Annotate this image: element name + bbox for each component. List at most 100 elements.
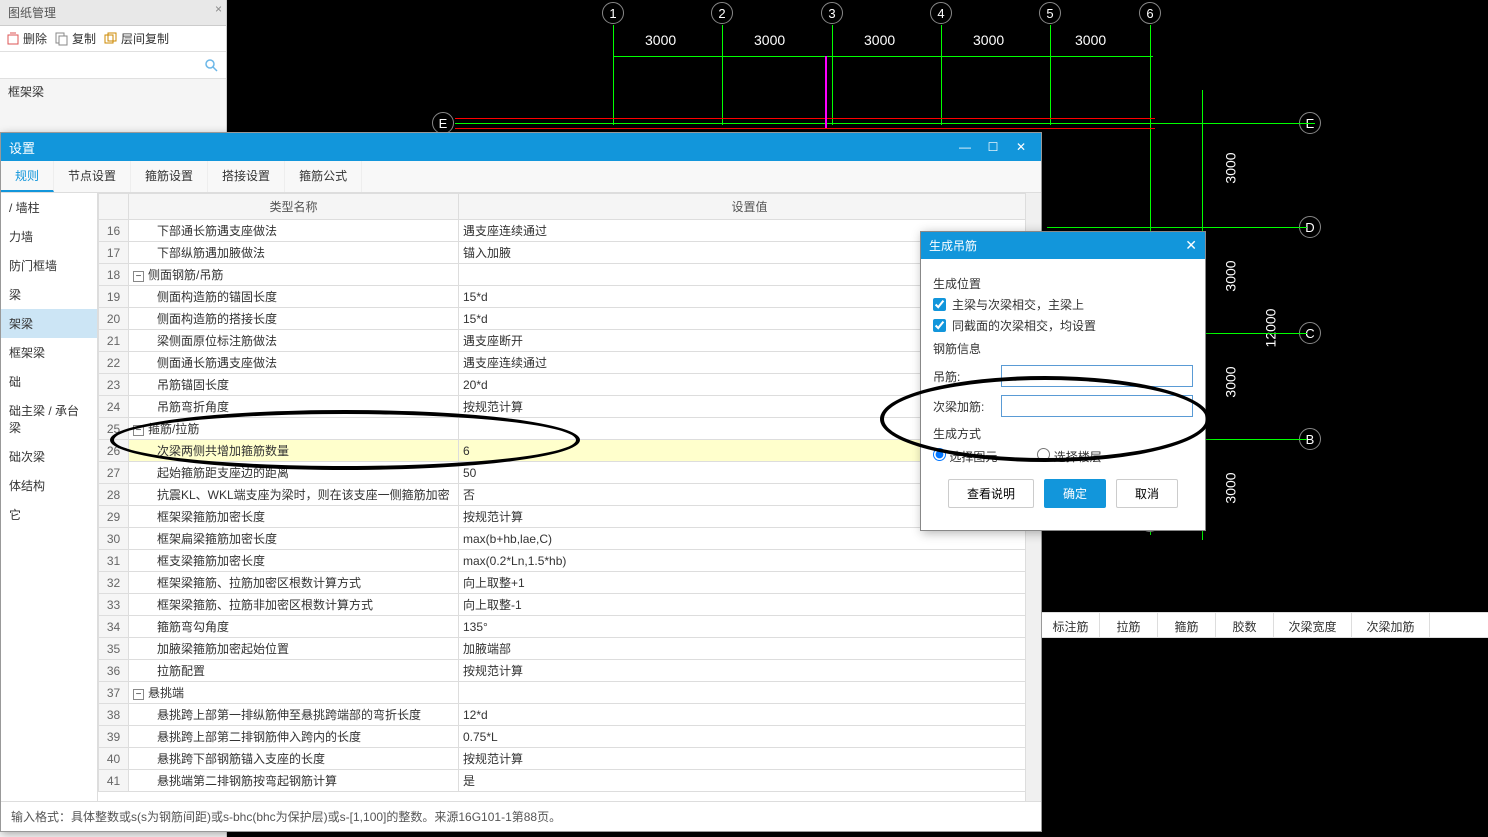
- table-row[interactable]: 39悬挑跨上部第二排钢筋伸入跨内的长度0.75*L: [99, 726, 1041, 748]
- layer-copy-button[interactable]: 层间复制: [104, 30, 169, 47]
- delete-button[interactable]: 删除: [6, 30, 47, 47]
- search-input[interactable]: [4, 56, 222, 74]
- tab-1[interactable]: 节点设置: [54, 161, 131, 192]
- table-row[interactable]: 32框架梁箍筋、拉筋加密区根数计算方式向上取整+1: [99, 572, 1041, 594]
- table-row[interactable]: 30框架扁梁箍筋加密长度max(b+hb,lae,C): [99, 528, 1041, 550]
- tree-item[interactable]: 框架梁: [0, 79, 226, 104]
- dialog-footer: 输入格式：具体整数或s(s为钢筋间距)或s-bhc(bhc为保护层)或s-[1,…: [1, 801, 1041, 831]
- column-header[interactable]: 胶数: [1216, 613, 1274, 637]
- table-row[interactable]: 19侧面构造筋的锚固长度15*d: [99, 286, 1041, 308]
- ok-button[interactable]: 确定: [1044, 479, 1106, 508]
- row-number: 19: [99, 286, 129, 308]
- copy-button[interactable]: 复制: [55, 30, 96, 47]
- row-name: 拉筋配置: [129, 660, 459, 682]
- gen-section-position: 生成位置: [933, 275, 1193, 292]
- tab-0[interactable]: 规则: [1, 161, 54, 192]
- minimize-button[interactable]: —: [953, 137, 977, 157]
- check-same-section[interactable]: [933, 319, 946, 332]
- column-header[interactable]: 箍筋: [1158, 613, 1216, 637]
- row-value[interactable]: 按规范计算: [459, 660, 1041, 682]
- table-wrap[interactable]: 类型名称 设置值 16下部通长筋遇支座做法遇支座连续通过17下部纵筋遇加腋做法锚…: [98, 193, 1041, 801]
- row-number: 16: [99, 220, 129, 242]
- table-row[interactable]: 41悬挑端第二排钢筋按弯起钢筋计算是: [99, 770, 1041, 792]
- table-row[interactable]: 27起始箍筋距支座边的距离50: [99, 462, 1041, 484]
- table-row[interactable]: 36拉筋配置按规范计算: [99, 660, 1041, 682]
- table-row[interactable]: 33框架梁箍筋、拉筋非加密区根数计算方式向上取整-1: [99, 594, 1041, 616]
- category-item[interactable]: / 墙柱: [1, 193, 97, 222]
- column-header[interactable]: 拉筋: [1100, 613, 1158, 637]
- radio-select-element[interactable]: 选择图元: [933, 448, 997, 465]
- check-same-section-label: 同截面的次梁相交，均设置: [952, 317, 1096, 334]
- row-name: 吊筋弯折角度: [129, 396, 459, 418]
- category-item[interactable]: 它: [1, 500, 97, 529]
- row-number: 24: [99, 396, 129, 418]
- table-row[interactable]: 34箍筋弯勾角度135°: [99, 616, 1041, 638]
- table-row[interactable]: 21梁侧面原位标注筋做法遇支座断开: [99, 330, 1041, 352]
- field-diaojin-input[interactable]: [1001, 365, 1193, 387]
- table-row[interactable]: 28抗震KL、WKL端支座为梁时，则在该支座一侧箍筋加密否: [99, 484, 1041, 506]
- row-value[interactable]: 是: [459, 770, 1041, 792]
- row-value[interactable]: 向上取整-1: [459, 594, 1041, 616]
- row-value[interactable]: max(0.2*Ln,1.5*hb): [459, 550, 1041, 572]
- tab-4[interactable]: 箍筋公式: [285, 161, 362, 192]
- category-item[interactable]: 防门框墙: [1, 251, 97, 280]
- row-value[interactable]: 12*d: [459, 704, 1041, 726]
- collapse-icon[interactable]: −: [133, 689, 144, 700]
- table-row[interactable]: 35加腋梁箍筋加密起始位置加腋端部: [99, 638, 1041, 660]
- row-name: 下部通长筋遇支座做法: [129, 220, 459, 242]
- table-row[interactable]: 17下部纵筋遇加腋做法锚入加腋: [99, 242, 1041, 264]
- row-name: 侧面通长筋遇支座做法: [129, 352, 459, 374]
- row-number: 38: [99, 704, 129, 726]
- row-value[interactable]: 加腋端部: [459, 638, 1041, 660]
- cancel-button[interactable]: 取消: [1116, 479, 1178, 508]
- check-main-sub[interactable]: [933, 298, 946, 311]
- row-value[interactable]: 135°: [459, 616, 1041, 638]
- gen-close-icon[interactable]: ✕: [1185, 237, 1197, 254]
- table-row[interactable]: 24吊筋弯折角度按规范计算: [99, 396, 1041, 418]
- table-row[interactable]: 16下部通长筋遇支座做法遇支座连续通过: [99, 220, 1041, 242]
- category-item[interactable]: 力墙: [1, 222, 97, 251]
- collapse-icon[interactable]: −: [133, 271, 144, 282]
- table-row[interactable]: 20侧面构造筋的搭接长度15*d: [99, 308, 1041, 330]
- table-row[interactable]: 40悬挑跨下部钢筋锚入支座的长度按规范计算: [99, 748, 1041, 770]
- gen-titlebar[interactable]: 生成吊筋 ✕: [921, 232, 1205, 259]
- category-item[interactable]: 架梁: [1, 309, 97, 338]
- category-item[interactable]: 础次梁: [1, 442, 97, 471]
- table-row[interactable]: 22侧面通长筋遇支座做法遇支座连续通过: [99, 352, 1041, 374]
- view-desc-button[interactable]: 查看说明: [948, 479, 1034, 508]
- field-ciliang-input[interactable]: [1001, 395, 1193, 417]
- category-item[interactable]: 梁: [1, 280, 97, 309]
- table-row[interactable]: 26次梁两侧共增加箍筋数量6: [99, 440, 1041, 462]
- category-item[interactable]: 础: [1, 367, 97, 396]
- category-item[interactable]: 础主梁 / 承台梁: [1, 396, 97, 442]
- maximize-button[interactable]: ☐: [981, 137, 1005, 157]
- table-row[interactable]: 29框架梁箍筋加密长度按规范计算: [99, 506, 1041, 528]
- collapse-icon[interactable]: −: [133, 425, 144, 436]
- row-value[interactable]: 向上取整+1: [459, 572, 1041, 594]
- column-header[interactable]: 次梁加筋: [1352, 613, 1430, 637]
- close-icon[interactable]: ×: [215, 2, 222, 16]
- category-item[interactable]: 体结构: [1, 471, 97, 500]
- search-icon[interactable]: [204, 58, 218, 75]
- table-row[interactable]: 23吊筋锚固长度20*d: [99, 374, 1041, 396]
- close-button[interactable]: ✕: [1009, 137, 1033, 157]
- table-row[interactable]: 25−箍筋/拉筋: [99, 418, 1041, 440]
- row-value[interactable]: [459, 682, 1041, 704]
- table-row[interactable]: 38悬挑跨上部第一排纵筋伸至悬挑跨端部的弯折长度12*d: [99, 704, 1041, 726]
- table-row[interactable]: 18−侧面钢筋/吊筋: [99, 264, 1041, 286]
- table-row[interactable]: 37−悬挑端: [99, 682, 1041, 704]
- row-value[interactable]: 0.75*L: [459, 726, 1041, 748]
- column-header[interactable]: 次梁宽度: [1274, 613, 1352, 637]
- row-value[interactable]: 按规范计算: [459, 748, 1041, 770]
- axis-left-e: E: [432, 112, 454, 134]
- tab-3[interactable]: 搭接设置: [208, 161, 285, 192]
- category-item[interactable]: 框架梁: [1, 338, 97, 367]
- dialog-titlebar[interactable]: 设置 — ☐ ✕: [1, 133, 1041, 161]
- row-name: 起始箍筋距支座边的距离: [129, 462, 459, 484]
- table-row[interactable]: 31框支梁箍筋加密长度max(0.2*Ln,1.5*hb): [99, 550, 1041, 572]
- dim-1: 3000: [645, 32, 676, 48]
- radio-select-floor[interactable]: 选择楼层: [1037, 448, 1101, 465]
- tab-2[interactable]: 箍筋设置: [131, 161, 208, 192]
- column-header[interactable]: 标注筋: [1042, 613, 1100, 637]
- field-ciliang-label: 次梁加筋:: [933, 398, 993, 415]
